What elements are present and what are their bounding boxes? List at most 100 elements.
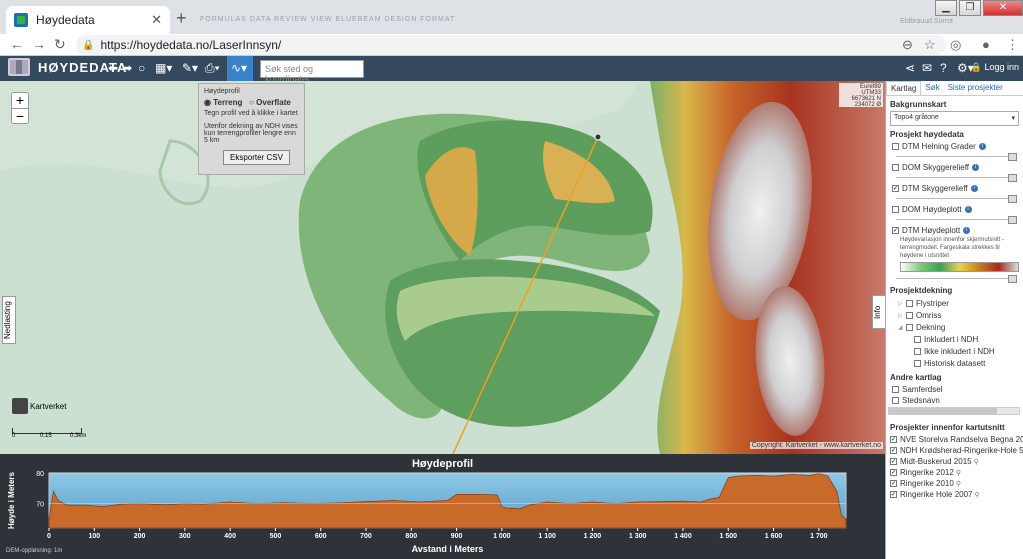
checkbox[interactable] — [914, 335, 921, 343]
draw-icon[interactable]: ✎▾ — [182, 61, 198, 75]
checkbox[interactable] — [892, 397, 899, 404]
close-window-icon[interactable]: ✕ — [983, 0, 1023, 16]
info-icon[interactable]: i — [970, 185, 978, 192]
expand-icon[interactable]: ▷ — [898, 300, 906, 307]
profile-tool-button[interactable]: ∿▾ — [227, 56, 253, 81]
dekning-item[interactable]: ▷ Omriss — [898, 309, 1023, 321]
collapse-icon[interactable]: ◢ — [898, 324, 906, 331]
menu-icon[interactable]: ⋮ — [1006, 37, 1019, 53]
nedlasting-tab[interactable]: Nedlasting — [2, 296, 16, 344]
profile-icon[interactable]: ● — [982, 37, 990, 52]
opacity-slider[interactable] — [896, 152, 1017, 161]
project-item[interactable]: ✓ Ringerike Hole 2007 ⚲ — [890, 489, 1023, 500]
bookmark-star-icon[interactable]: ☆ — [924, 37, 936, 53]
project-item[interactable]: ✓NDH Krødsherad-Ringerike-Hole 5pkt 2 — [890, 445, 1023, 456]
help-icon[interactable]: ? — [940, 61, 947, 75]
expand-icon[interactable]: ▷ — [898, 312, 906, 319]
radio-overflate-label: Overflate — [256, 98, 291, 107]
dekning-subitem[interactable]: Historisk datasett — [914, 357, 1023, 369]
checkbox[interactable]: ✓ — [892, 185, 899, 192]
magnifier-icon[interactable]: ⚲ — [975, 491, 980, 499]
project-item[interactable]: ✓ NVE Storelva Randselva Begna 2016 — [890, 434, 1023, 445]
minimize-icon[interactable]: ▁ — [935, 0, 957, 16]
opacity-slider[interactable] — [896, 274, 1017, 283]
layer-item[interactable]: DOM Høydeplott i — [892, 204, 1023, 215]
forward-icon[interactable]: → — [32, 36, 46, 52]
tab-kartlag[interactable]: Kartlag — [886, 81, 922, 95]
checkbox[interactable]: ✓ — [890, 458, 897, 465]
mail-icon[interactable]: ✉ — [922, 61, 932, 75]
magnifier-icon[interactable]: ⚲ — [956, 480, 961, 488]
zoom-icon[interactable]: ⊖ — [902, 37, 913, 53]
magnifier-icon[interactable]: ⚲ — [974, 458, 979, 466]
export-csv-button[interactable]: Eksporter CSV — [223, 150, 290, 165]
magnifier-icon[interactable]: ⚲ — [956, 469, 961, 477]
new-tab-button[interactable]: + — [176, 9, 187, 27]
zoom-out-button[interactable]: − — [12, 108, 28, 124]
tab-sok[interactable]: Søk — [921, 81, 943, 95]
zoom-in-button[interactable]: + — [12, 93, 28, 108]
reload-icon[interactable]: ↻ — [54, 36, 66, 53]
opacity-slider[interactable] — [896, 194, 1017, 203]
tab-siste-prosjekter[interactable]: Siste prosjekter — [944, 81, 1007, 95]
info-icon[interactable]: i — [963, 227, 971, 234]
info-icon[interactable]: i — [972, 164, 979, 171]
scrollbar-thumb[interactable] — [889, 408, 997, 414]
forward-extent-icon[interactable]: ➡ — [122, 61, 132, 75]
andre-item[interactable]: Samferdsel — [892, 384, 1023, 395]
opacity-slider[interactable] — [896, 215, 1017, 224]
layer-item[interactable]: ✓ DTM Høydeplott i — [892, 225, 1023, 236]
extension-icon[interactable]: ◎ — [950, 37, 961, 53]
checkbox[interactable]: ✓ — [892, 227, 899, 234]
dekning-item[interactable]: ◢ Dekning — [898, 321, 1023, 333]
project-item[interactable]: ✓ Ringerike 2010 ⚲ — [890, 478, 1023, 489]
share-icon[interactable]: ⋖ — [905, 61, 915, 75]
browser-tab[interactable]: Høydedata ✕ — [6, 6, 170, 34]
dekning-subitem[interactable]: Inkludert i NDH — [914, 333, 1023, 345]
checkbox[interactable]: ✓ — [890, 480, 897, 487]
print-icon[interactable]: ⎙▾ — [205, 61, 220, 76]
login-link[interactable]: 🔒 Logg inn — [971, 62, 1019, 73]
url-field[interactable]: 🔒 https://hoydedata.no/LaserInnsyn/ — [76, 35, 946, 55]
basemap-select[interactable]: Topo4 gråtone — [890, 111, 1019, 126]
close-tab-icon[interactable]: ✕ — [151, 12, 162, 28]
search-input[interactable]: Søk sted og koordinater — [260, 60, 364, 84]
info-icon[interactable]: i — [978, 143, 986, 150]
checkbox[interactable] — [906, 323, 913, 331]
radio-terreng[interactable]: ◉ Terreng — [204, 98, 242, 107]
checkbox[interactable]: ✓ — [890, 447, 897, 454]
x-tick-label: 500 — [270, 533, 282, 540]
checkbox[interactable] — [892, 206, 899, 213]
checkbox[interactable] — [914, 347, 921, 355]
layer-item[interactable]: DOM Skyggerelieff i — [892, 162, 1023, 173]
radio-overflate[interactable]: ○ Overflate — [249, 98, 291, 107]
back-icon[interactable]: ← — [10, 36, 24, 52]
andre-label: Stedsnavn — [902, 396, 940, 405]
checkbox[interactable] — [906, 311, 913, 319]
checkbox[interactable] — [892, 164, 899, 171]
project-item[interactable]: ✓ Midt-Buskerud 2015 ⚲ — [890, 456, 1023, 467]
checkbox[interactable]: ✓ — [890, 436, 897, 443]
checkbox[interactable]: ✓ — [890, 491, 897, 498]
layer-item[interactable]: DTM Helning Grader i — [892, 141, 1023, 152]
checkbox[interactable] — [892, 386, 899, 393]
checkbox[interactable] — [914, 359, 921, 367]
checkbox[interactable] — [906, 299, 913, 307]
dekning-subitem[interactable]: Ikke inkludert i NDH — [914, 345, 1023, 357]
andre-item[interactable]: Stedsnavn — [892, 395, 1023, 406]
project-item[interactable]: ✓ Ringerike 2012 ⚲ — [890, 467, 1023, 478]
info-icon[interactable]: i — [964, 206, 972, 213]
opacity-slider[interactable] — [896, 173, 1017, 182]
x-tick-label: 800 — [405, 533, 417, 540]
checkbox[interactable] — [892, 143, 899, 150]
basemap-icon[interactable]: ▦▾ — [155, 61, 172, 75]
info-tab[interactable]: Info — [872, 295, 885, 329]
dekning-item[interactable]: ▷ Flystriper — [898, 297, 1023, 309]
horizontal-scrollbar[interactable] — [888, 407, 1020, 415]
map-view[interactable]: + − Høydeprofil ◉ Terreng ○ Overflate Te… — [0, 81, 885, 454]
checkbox[interactable]: ✓ — [890, 469, 897, 476]
full-extent-icon[interactable]: ○ — [138, 61, 145, 75]
back-extent-icon[interactable]: ⬅ — [108, 61, 118, 75]
maximize-icon[interactable]: ❐ — [959, 0, 981, 16]
layer-item[interactable]: ✓ DTM Skyggerelieff i — [892, 183, 1023, 194]
